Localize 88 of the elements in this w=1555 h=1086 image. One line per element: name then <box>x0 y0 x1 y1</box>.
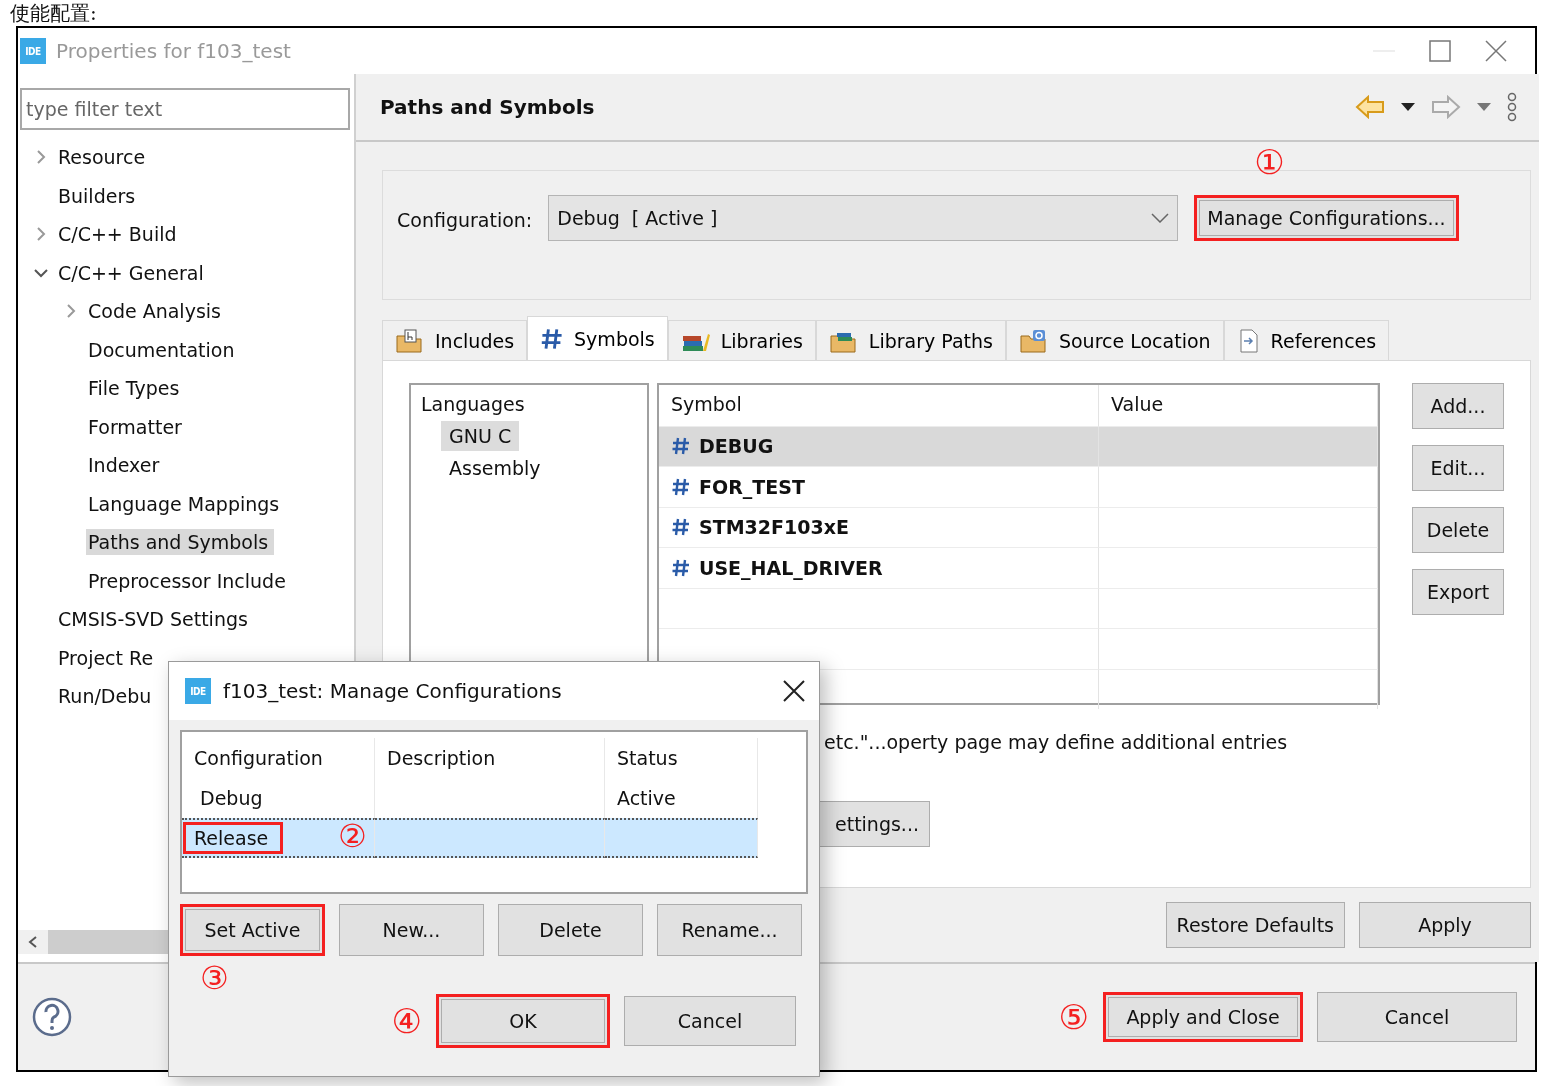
maximize-icon[interactable] <box>1429 40 1451 62</box>
side-button[interactable]: Edit... <box>1412 445 1504 491</box>
hash-icon <box>671 476 691 497</box>
chevron-right-icon[interactable] <box>65 303 77 320</box>
tab[interactable]: Source Location <box>1005 320 1224 360</box>
tree-item[interactable]: Code Analysis <box>86 298 227 325</box>
folder-icon <box>395 327 425 354</box>
window-title: Properties for f103_test <box>56 39 291 63</box>
column-header[interactable]: Value <box>1099 385 1378 426</box>
language-item[interactable]: Assembly <box>441 453 549 483</box>
hash-icon <box>671 517 691 538</box>
status-text: Active <box>617 787 676 809</box>
step-marker: ④ <box>391 1004 422 1038</box>
column-header[interactable]: Description <box>375 738 605 778</box>
note-text: etc."...operty page may define additional entries <box>824 731 1289 753</box>
close-icon[interactable] <box>783 680 805 702</box>
hash-icon <box>671 436 691 457</box>
footer-button[interactable]: Cancel <box>1317 992 1517 1042</box>
table-cell[interactable]: Release ② <box>182 818 375 858</box>
column-header[interactable]: Configuration <box>182 738 375 778</box>
table-cell[interactable] <box>605 818 758 858</box>
dropdown-icon[interactable] <box>1401 103 1415 111</box>
dialog-button[interactable]: Rename... <box>657 904 802 956</box>
symbol-cell[interactable]: DEBUG <box>659 425 1099 466</box>
tree-item[interactable]: Formatter <box>86 413 188 440</box>
tree-item[interactable]: C/C++ General <box>56 259 210 286</box>
step-marker: ⑤ <box>1058 1000 1089 1034</box>
tree-item[interactable]: Preprocessor Include <box>86 567 292 594</box>
language-item[interactable]: GNU C <box>441 421 520 451</box>
help-icon[interactable] <box>32 997 72 1037</box>
tree-item[interactable]: Documentation <box>86 336 241 363</box>
tab[interactable]: Library Paths <box>815 320 1006 360</box>
tab[interactable]: References <box>1223 320 1390 360</box>
tree-item[interactable]: Paths and Symbols <box>86 529 275 556</box>
tab[interactable]: Symbols <box>527 316 668 360</box>
manage-configurations-button[interactable]: Manage Configurations... <box>1194 195 1459 241</box>
tree-item[interactable]: Builders <box>56 182 142 209</box>
dialog-button[interactable]: New... <box>339 904 484 956</box>
table-cell[interactable] <box>375 818 605 858</box>
chevron-down-icon[interactable] <box>33 266 49 279</box>
configuration-name: Release <box>183 822 284 854</box>
list-header: Languages <box>421 393 526 415</box>
tree-item[interactable]: Project Re <box>56 644 160 671</box>
side-button[interactable]: Add... <box>1412 383 1504 429</box>
dialog-title: f103_test: Manage Configurations <box>223 679 562 703</box>
step-marker: ② <box>338 820 367 852</box>
caption-text: 使能配置: <box>10 0 98 26</box>
tree-item[interactable]: File Types <box>86 375 186 402</box>
chevron-right-icon[interactable] <box>35 149 47 166</box>
column-header[interactable]: Status <box>605 738 758 778</box>
configuration-label: Configuration: <box>397 209 533 231</box>
ok-button[interactable]: OK <box>436 994 610 1048</box>
tree-item[interactable]: C/C++ Build <box>56 221 183 248</box>
configuration-name: Debug <box>199 786 264 811</box>
filter-field[interactable]: type filter text <box>20 88 350 130</box>
cancel-button[interactable]: Cancel <box>624 996 796 1046</box>
symbol-cell[interactable]: USE_HAL_DRIVER <box>659 547 1099 588</box>
chevron-right-icon[interactable] <box>35 226 47 243</box>
chevron-down-icon <box>1151 213 1170 223</box>
folder-icon <box>1018 327 1049 354</box>
app-icon: IDE <box>185 678 211 704</box>
page-button[interactable]: Apply <box>1359 902 1531 948</box>
configuration-dropdown[interactable]: Debug [ Active ] <box>548 195 1179 241</box>
tree-item[interactable]: Resource <box>56 144 152 171</box>
hash-icon <box>671 557 691 578</box>
symbol-cell[interactable]: FOR_TEST <box>659 466 1099 507</box>
side-button[interactable]: Export <box>1412 569 1504 615</box>
page-button[interactable]: Restore Defaults <box>1165 902 1345 948</box>
side-button[interactable]: Delete <box>1412 507 1504 553</box>
page-title: Paths and Symbols <box>380 95 595 119</box>
tab[interactable]: Libraries <box>667 320 816 360</box>
tree-item[interactable]: Indexer <box>86 452 166 479</box>
step-marker: ① <box>1254 145 1285 179</box>
tree-item[interactable]: Language Mappings <box>86 490 286 517</box>
dialog-button[interactable]: Set Active <box>180 904 325 956</box>
tab[interactable]: Includes <box>382 320 528 360</box>
tree-item[interactable]: Run/Debu <box>56 683 158 710</box>
forward-arrow-icon[interactable] <box>1431 95 1461 119</box>
app-icon: IDE <box>20 38 46 64</box>
back-arrow-icon[interactable] <box>1355 95 1385 119</box>
dialog-button[interactable]: Delete <box>498 904 643 956</box>
step-marker: ③ <box>200 962 229 994</box>
hash-icon <box>540 326 565 351</box>
more-icon[interactable] <box>1507 92 1517 122</box>
symbol-cell[interactable]: STM32F103xE <box>659 506 1099 547</box>
tree-item[interactable]: CMSIS-SVD Settings <box>56 606 254 633</box>
footer-button[interactable]: Apply and Close <box>1103 992 1303 1042</box>
column-header[interactable]: Symbol <box>659 385 1099 426</box>
